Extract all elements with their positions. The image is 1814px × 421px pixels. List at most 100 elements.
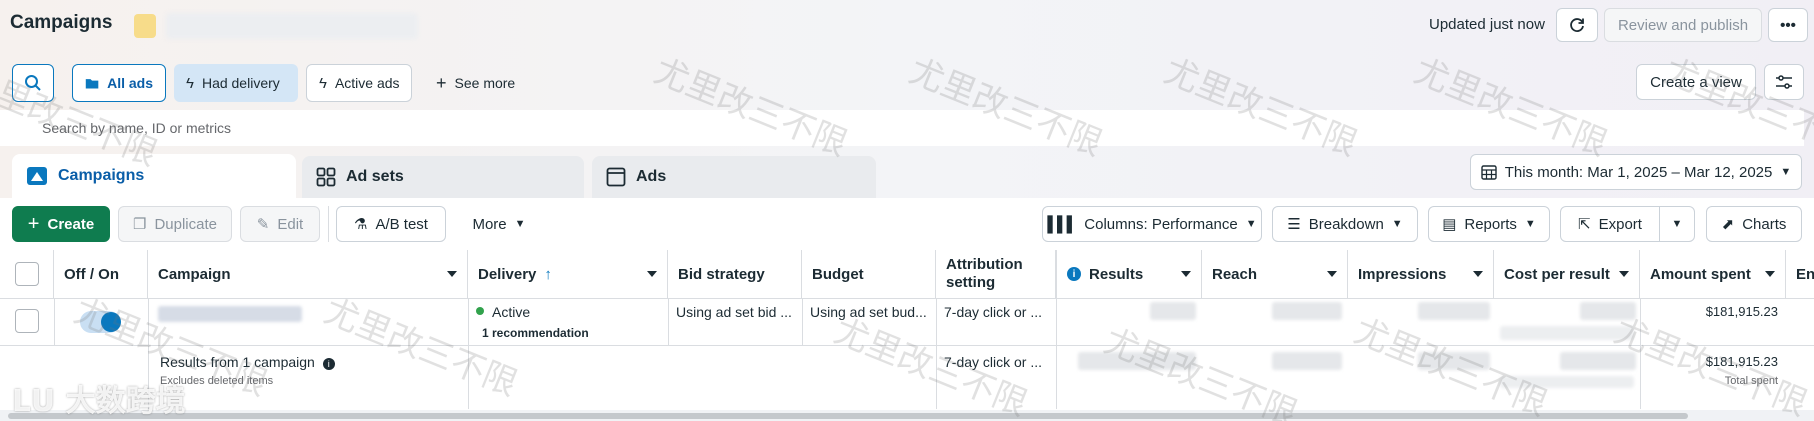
header-select-all <box>0 250 54 299</box>
edit-button[interactable]: ✎ Edit <box>240 206 320 242</box>
date-range-picker[interactable]: This month: Mar 1, 2025 – Mar 12, 2025 ▼ <box>1470 154 1802 190</box>
plus-icon: + <box>436 72 447 93</box>
summary-label-text: Results from 1 campaign <box>160 354 315 370</box>
calendar-icon <box>1481 165 1497 180</box>
sort-ascending-icon: ↑ <box>544 265 552 283</box>
header-reach[interactable]: Reach <box>1202 250 1348 299</box>
search-bar[interactable] <box>0 110 1804 146</box>
search-icon <box>25 75 41 91</box>
review-publish-button[interactable]: Review and publish <box>1604 8 1762 42</box>
header-reach-label: Reach <box>1212 265 1258 283</box>
amount-spent-value: $181,915.23 <box>1705 304 1778 319</box>
more-options-button[interactable]: ••• <box>1768 8 1808 42</box>
duplicate-button[interactable]: ❐ Duplicate <box>118 206 232 242</box>
filter-active-ads[interactable]: ϟ Active ads <box>306 64 412 102</box>
info-icon[interactable]: i <box>322 358 335 370</box>
filter-had-delivery[interactable]: ϟ Had delivery <box>174 64 298 102</box>
header-campaign[interactable]: Campaign <box>148 250 468 299</box>
more-button[interactable]: More ▼ <box>458 206 540 242</box>
watermark: 尤里改三不限 <box>648 50 853 165</box>
caret-down-icon[interactable] <box>1619 271 1629 277</box>
reports-button[interactable]: ▤ Reports ▼ <box>1428 206 1550 242</box>
select-all-checkbox[interactable] <box>14 262 39 286</box>
columns-button[interactable]: ▌▌▌ Columns: Performance ▼ <box>1042 206 1262 242</box>
campaign-name-link[interactable] <box>158 306 302 322</box>
watermark: 尤里改三不限 <box>903 50 1108 165</box>
filter-had-delivery-label: Had delivery <box>201 75 280 91</box>
edit-label: Edit <box>277 215 304 233</box>
ab-test-button[interactable]: ⚗ A/B test <box>336 206 446 242</box>
header-budget[interactable]: Budget <box>802 250 936 299</box>
budget-value: Using ad set bud... <box>810 304 927 320</box>
filter-all-ads-label: All ads <box>107 75 153 91</box>
filter-see-more[interactable]: + See more <box>424 64 534 102</box>
export-label: Export <box>1598 215 1642 233</box>
export-button[interactable]: ⇱ Export <box>1560 206 1660 242</box>
charts-button[interactable]: ⬈ Charts <box>1706 206 1802 242</box>
tab-ad-sets-label: Ad sets <box>346 168 404 185</box>
delivery-status: Active <box>492 304 531 320</box>
refresh-icon <box>1570 18 1584 32</box>
header-amount-spent[interactable]: Amount spent <box>1640 250 1786 299</box>
header-delivery[interactable]: Delivery ↑ <box>468 250 668 299</box>
col-divider <box>936 299 937 409</box>
create-button[interactable]: + Create <box>12 206 110 242</box>
search-toggle-button[interactable] <box>12 64 54 102</box>
header-bid-strategy[interactable]: Bid strategy <box>668 250 802 299</box>
chart-icon: ⬈ <box>1721 216 1735 233</box>
header-amount-label: Amount spent <box>1650 265 1751 283</box>
summary-amount-sub: Total spent <box>1724 375 1778 387</box>
flag-icon <box>27 167 47 185</box>
info-icon: i <box>1067 267 1081 281</box>
header-impressions[interactable]: Impressions <box>1348 250 1494 299</box>
more-label: More <box>472 215 507 233</box>
page-title: Campaigns <box>10 12 113 33</box>
export-icon: ⇱ <box>1578 216 1591 233</box>
account-avatar[interactable] <box>134 14 156 38</box>
breakdown-button[interactable]: ☰ Breakdown ▼ <box>1272 206 1418 242</box>
recommendation-link[interactable]: 1 recommendation <box>482 326 589 340</box>
tab-ad-sets[interactable]: Ad sets <box>302 156 584 198</box>
caret-down-icon[interactable] <box>1327 271 1337 277</box>
campaign-toggle[interactable] <box>80 311 121 333</box>
header-impressions-label: Impressions <box>1358 265 1447 283</box>
caret-down-icon[interactable] <box>1765 271 1775 277</box>
logo-icon: ᒪᑌ <box>12 384 56 419</box>
search-input[interactable]: Search by name, ID or metrics <box>42 120 231 136</box>
caret-down-icon[interactable] <box>1473 271 1483 277</box>
tab-campaigns[interactable]: Campaigns <box>12 154 296 198</box>
col-divider <box>668 299 669 345</box>
header-attribution[interactable]: Attribution setting <box>936 250 1056 299</box>
create-view-button[interactable]: Create a view <box>1636 64 1756 100</box>
reports-icon: ▤ <box>1442 216 1457 233</box>
caret-down-icon[interactable] <box>447 271 457 277</box>
caret-down-icon[interactable] <box>1181 271 1191 277</box>
header-cost-per-result[interactable]: Cost per result <box>1494 250 1640 299</box>
horizontal-scrollbar[interactable] <box>0 410 1814 421</box>
updated-status: Updated just now <box>1429 16 1545 33</box>
header-results[interactable]: i Results <box>1056 250 1202 299</box>
caret-down-icon: ▼ <box>1245 218 1257 230</box>
refresh-button[interactable] <box>1556 8 1598 42</box>
scrollbar-thumb[interactable] <box>8 413 1688 419</box>
export-dropdown-button[interactable]: ▼ <box>1659 206 1695 242</box>
toolbar-divider <box>328 206 329 242</box>
col-divider <box>802 299 803 345</box>
filter-active-ads-label: Active ads <box>334 75 400 91</box>
header-cost-label: Cost per result <box>1504 265 1610 283</box>
header-off-on: Off / On <box>54 250 148 299</box>
filter-all-ads[interactable]: All ads <box>72 64 166 102</box>
filter-settings-button[interactable] <box>1764 64 1804 100</box>
watermark-logo: ᒪᑌ 大数跨境 <box>12 376 186 420</box>
account-selector[interactable] <box>166 13 418 39</box>
pencil-icon: ✎ <box>256 216 270 233</box>
col-divider <box>1056 299 1057 409</box>
reports-label: Reports <box>1464 215 1517 233</box>
row-checkbox[interactable] <box>15 309 39 333</box>
col-divider <box>54 299 55 345</box>
toggle-knob <box>101 312 121 332</box>
header-ends[interactable]: En <box>1786 250 1814 299</box>
caret-down-icon[interactable] <box>647 271 657 277</box>
ellipsis-icon: ••• <box>1780 16 1796 34</box>
tab-ads[interactable]: Ads <box>592 156 876 198</box>
